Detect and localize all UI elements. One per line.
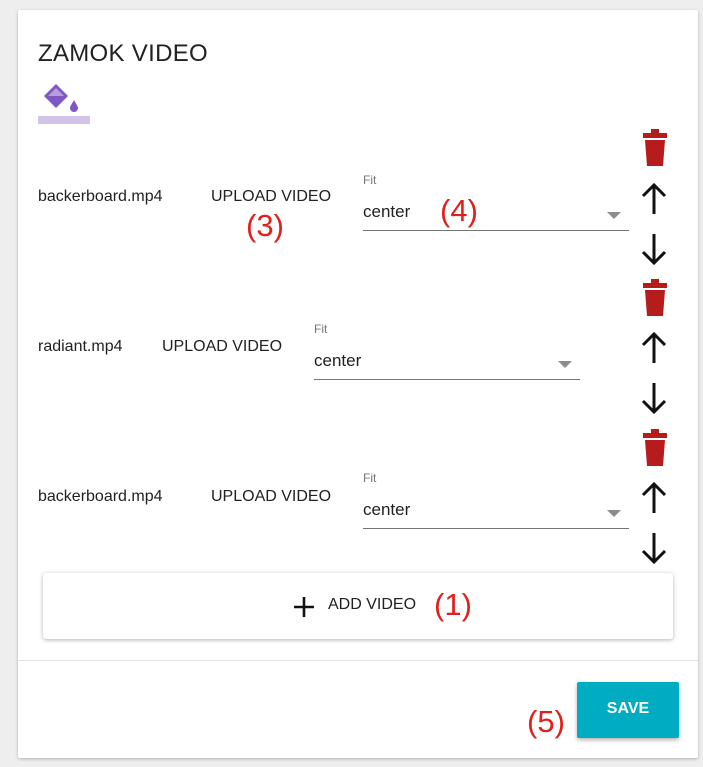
arrow-up-icon[interactable] [639, 182, 669, 216]
chevron-down-icon [607, 212, 621, 219]
annotation-marker-upload: (3) [246, 208, 284, 243]
chevron-down-icon [558, 361, 572, 368]
video-filename: backerboard.mp4 [38, 188, 163, 205]
chevron-down-icon [607, 510, 621, 517]
annotation-marker-add: (1) [434, 587, 472, 622]
arrow-down-icon[interactable] [639, 232, 669, 266]
video-filename: radiant.mp4 [38, 338, 123, 355]
fit-select[interactable]: center [363, 500, 629, 529]
fit-select-value: center [363, 202, 411, 221]
fit-select-value: center [363, 500, 411, 519]
annotation-marker-save: (5) [527, 704, 565, 739]
upload-video-button[interactable]: UPLOAD VIDEO [211, 188, 331, 206]
annotation-marker-fit: (4) [440, 193, 478, 228]
fit-label: Fit [314, 322, 328, 336]
arrow-up-icon[interactable] [639, 331, 669, 365]
upload-video-button[interactable]: UPLOAD VIDEO [162, 338, 282, 356]
video-filename: backerboard.mp4 [38, 488, 163, 505]
fit-select-value: center [314, 351, 362, 370]
arrow-down-icon[interactable] [639, 381, 669, 415]
fit-label: Fit [363, 471, 377, 485]
fit-label: Fit [363, 173, 377, 187]
fit-select[interactable]: center [314, 351, 580, 380]
save-button[interactable]: SAVE [577, 682, 679, 738]
plus-icon [294, 597, 314, 617]
save-button-label: SAVE [606, 700, 650, 717]
add-video-label: ADD VIDEO [328, 596, 417, 613]
fit-select[interactable]: center [363, 202, 629, 231]
video-row: backerboard.mp4 UPLOAD VIDEO Fit center [0, 0, 703, 529]
divider [18, 660, 698, 661]
trash-icon[interactable] [640, 428, 670, 468]
trash-icon[interactable] [640, 278, 670, 318]
upload-video-button[interactable]: UPLOAD VIDEO [211, 488, 331, 506]
arrow-down-icon[interactable] [639, 531, 669, 565]
arrow-up-icon[interactable] [639, 481, 669, 515]
